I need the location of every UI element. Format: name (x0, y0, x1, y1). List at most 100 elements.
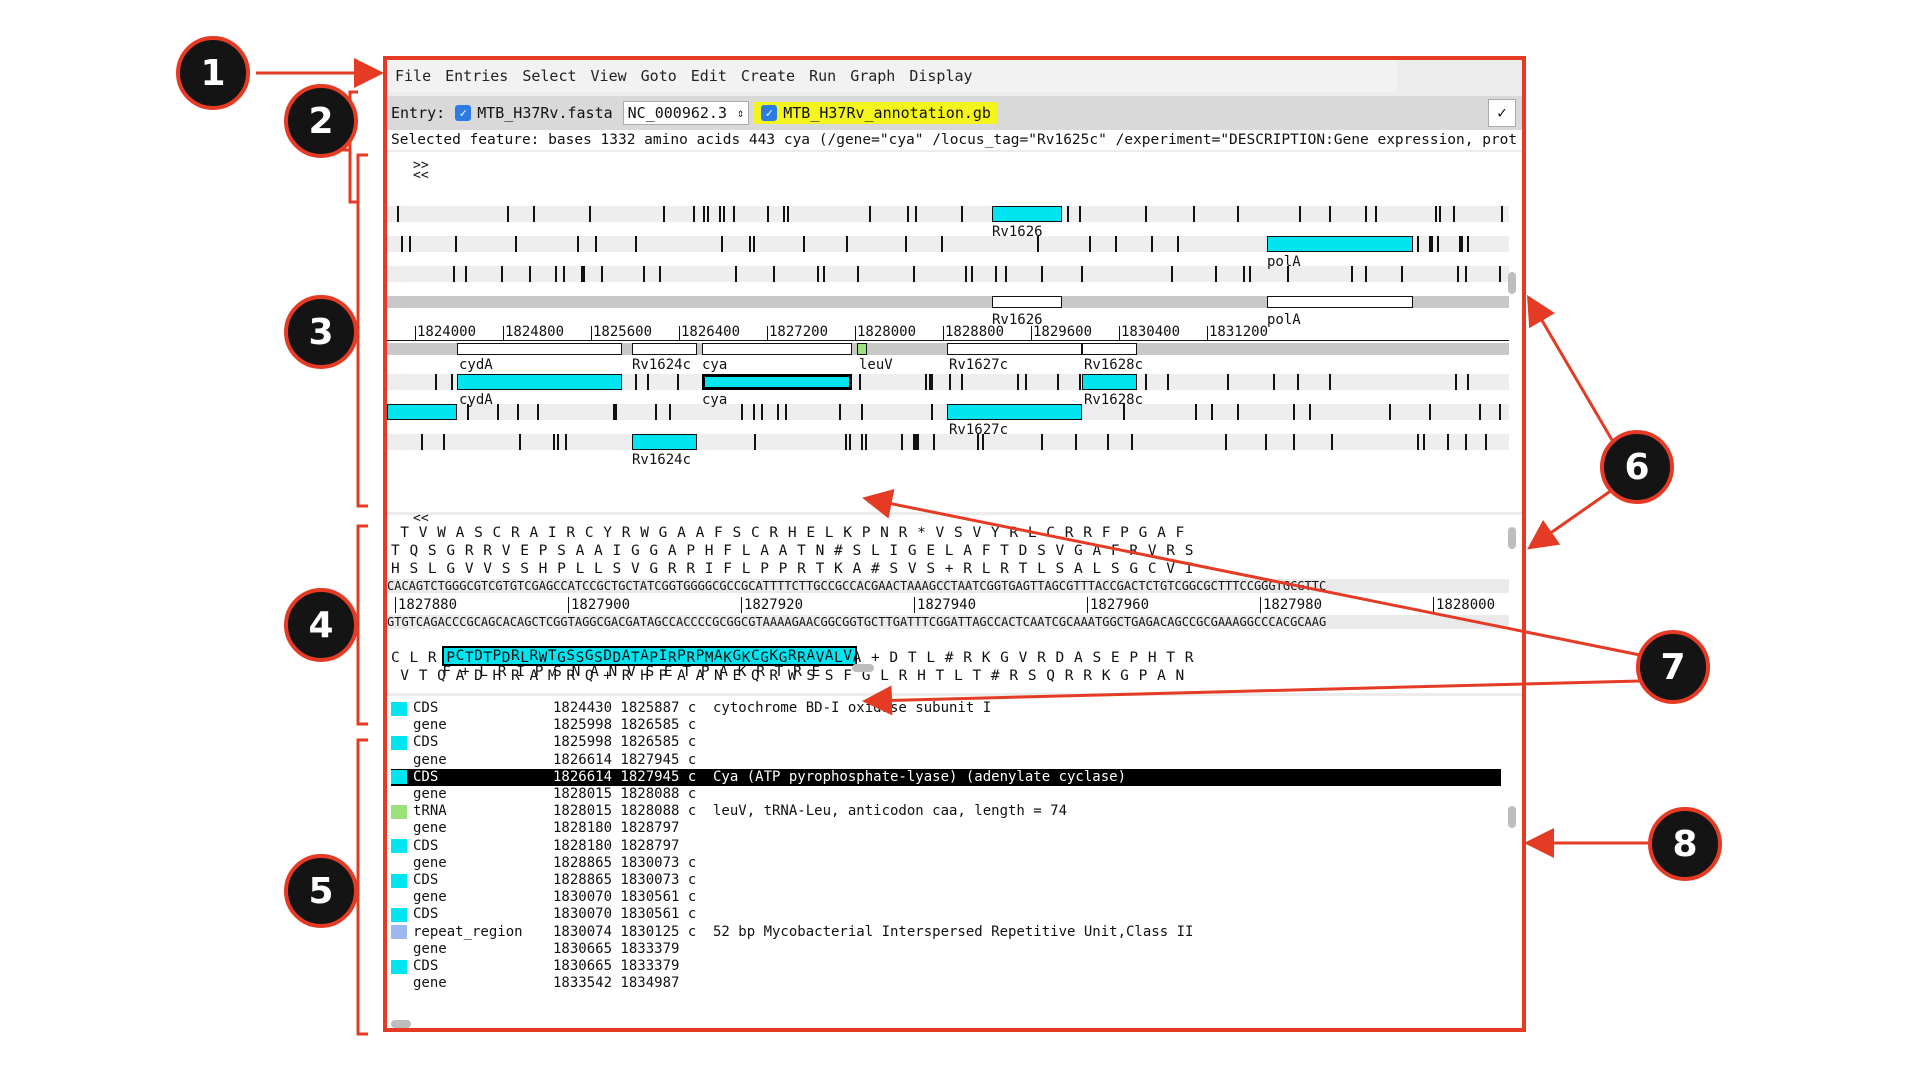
feature-leuV-strand[interactable] (857, 343, 867, 355)
stop-codon-mark (1079, 206, 1081, 222)
stop-codon-mark (643, 266, 645, 282)
feature-note: cytochrome BD-I oxidase subunit I (713, 700, 992, 716)
feature-key: gene (413, 820, 447, 837)
label-polA-mid: polA (1267, 312, 1301, 328)
stop-codon-mark (1079, 374, 1081, 390)
reverse-frame-3-aa: V T Q A D H R A M R Q + R H P A A N E Q … (391, 668, 1185, 684)
feature-rv1627c-strand[interactable] (947, 343, 1082, 355)
feature-list-row[interactable]: gene 1830665 1833379 (391, 941, 1501, 958)
feature-cydA-frame[interactable] (457, 374, 622, 390)
ruler-tick (591, 326, 592, 340)
feature-list-row[interactable]: gene 1828180 1828797 (391, 820, 1501, 837)
feature-list-row[interactable]: CDS 1826614 1827945 c Cya (ATP pyrophospha… (391, 768, 1501, 786)
feature-key: CDS (413, 872, 439, 888)
stop-codon-mark (501, 266, 503, 282)
ok-checkmark-button[interactable]: ✓ (1488, 99, 1516, 127)
stop-codon-mark (961, 374, 963, 390)
feature-cya-strand[interactable] (702, 343, 852, 355)
feature-view-vertical-scrollbar[interactable] (1508, 272, 1516, 294)
feature-list-row[interactable]: gene 1830070 1830561 c (391, 889, 1501, 906)
stop-codon-mark (1145, 374, 1147, 390)
menu-edit[interactable]: Edit (691, 67, 727, 85)
feature-location: 1825998 1826585 c (553, 717, 697, 734)
scroll-left-chevrons[interactable]: << (413, 168, 429, 183)
reverse-dna-strand: GTGTCAGACCCGCAGCACAGCTCGGTAGGCGACGATAGCC… (387, 615, 1509, 629)
feature-list-row[interactable]: CDS 1824430 1825887 c cytochrome BD-I oxid… (391, 700, 1501, 717)
stop-codon-mark (961, 206, 963, 222)
feature-rv1627c-frame[interactable] (947, 404, 1082, 420)
menu-select[interactable]: Select (522, 67, 576, 85)
stop-codon-mark (1365, 206, 1367, 222)
stop-codon-mark (845, 434, 847, 450)
feature-list-row[interactable]: gene 1833542 1834987 (391, 975, 1501, 992)
stop-codon-mark (1455, 374, 1457, 390)
menu-display[interactable]: Display (909, 67, 972, 85)
feature-rv1626-strand[interactable] (992, 296, 1062, 308)
feature-list-row[interactable]: tRNA 1828015 1828088 c leuV, tRNA-Leu, ant… (391, 803, 1501, 820)
stop-codon-mark (929, 374, 931, 390)
feature-list-row[interactable]: gene 1828015 1828088 c (391, 786, 1501, 803)
stop-codon-mark (1461, 236, 1463, 252)
fasta-entry-name: MTB_H37Rv.fasta (477, 104, 613, 122)
feature-polA-frame[interactable] (1267, 236, 1413, 252)
stop-codon-mark (1237, 404, 1239, 420)
feature-rv1624c-strand[interactable] (632, 343, 697, 355)
stop-codon-mark (733, 206, 735, 222)
feature-list-row[interactable]: repeat_region 1830074 1830125 c 52 bp Myco… (391, 924, 1501, 941)
sequence-scroll-left-chevrons[interactable]: << (413, 511, 429, 526)
feature-list-row[interactable]: CDS 1830070 1830561 c (391, 906, 1501, 923)
feature-list-row[interactable]: CDS 1830665 1833379 (391, 958, 1501, 975)
feature-list-row[interactable]: CDS 1825998 1826585 c (391, 734, 1501, 751)
annotation-entry[interactable]: ✓ MTB_H37Rv_annotation.gb (753, 102, 997, 124)
menu-graph[interactable]: Graph (850, 67, 895, 85)
feature-rv1628c-frame[interactable] (1082, 374, 1137, 390)
fasta-checkbox[interactable]: ✓ (455, 105, 472, 121)
menu-file[interactable]: File (395, 67, 431, 85)
feature-key: gene (413, 854, 447, 871)
stop-codon-mark (915, 206, 917, 222)
feature-polA-strand[interactable] (1267, 296, 1413, 308)
menu-create[interactable]: Create (741, 67, 795, 85)
feature-location: 1830665 1833379 (553, 958, 680, 974)
menu-goto[interactable]: Goto (641, 67, 677, 85)
annotation-checkbox[interactable]: ✓ (761, 105, 778, 121)
feature-list-row[interactable]: CDS 1828180 1828797 (391, 838, 1501, 855)
feature-list-horizontal-scrollbar[interactable] (391, 1020, 411, 1028)
selected-feature-line: Selected feature: bases 1332 amino acids… (387, 130, 1522, 150)
stop-codon-mark (1365, 266, 1367, 282)
feature-rv1624c-frame[interactable] (632, 434, 697, 450)
forward-dna-strand: CACAGTCTGGGCGTCGTGTCGAGCCATCCGCTGCTATCGG… (387, 579, 1509, 593)
feature-list-vertical-scrollbar[interactable] (1508, 806, 1516, 828)
feature-location: 1826614 1827945 c (553, 768, 697, 785)
feature-key: gene (413, 975, 447, 992)
label-rv1624c-1: Rv1624c (632, 357, 692, 373)
feature-list-row[interactable]: gene 1828865 1830073 c (391, 855, 1501, 872)
feature-rv1628c-strand[interactable] (1082, 343, 1137, 355)
feature-list-row[interactable]: gene 1826614 1827945 c (391, 752, 1501, 769)
stop-codon-mark (861, 404, 863, 420)
stop-codon-mark (1293, 434, 1295, 450)
feature-key: gene (413, 786, 447, 802)
sequence-ruler-tick (914, 597, 915, 613)
stop-codon-mark (1215, 266, 1217, 282)
stop-codon-mark (719, 206, 721, 222)
feature-left-partial-frame[interactable] (387, 404, 457, 420)
stop-codon-mark (1177, 236, 1179, 252)
feature-list-row[interactable]: CDS 1828865 1830073 c (391, 872, 1501, 889)
feature-key: CDS (413, 958, 439, 974)
feature-cya-frame-selected[interactable] (702, 374, 852, 390)
sequence-view-horizontal-scrollbar[interactable] (852, 664, 874, 672)
menu-run[interactable]: Run (809, 67, 836, 85)
stop-codon-mark (773, 266, 775, 282)
feature-cydA-strand[interactable] (457, 343, 622, 355)
sequence-view-vertical-scrollbar[interactable] (1508, 527, 1516, 549)
sequence-select[interactable]: NC_000962.3 ⇕ (622, 101, 750, 125)
stop-codons-frame-1 (387, 206, 1509, 226)
feature-rv1626-frame[interactable] (992, 206, 1062, 222)
feature-list-row[interactable]: gene 1825998 1826585 c (391, 717, 1501, 734)
feature-color-swatch (391, 788, 407, 802)
stop-codon-mark (443, 434, 445, 450)
stop-codon-mark (823, 266, 825, 282)
menu-entries[interactable]: Entries (445, 67, 508, 85)
menu-view[interactable]: View (591, 67, 627, 85)
